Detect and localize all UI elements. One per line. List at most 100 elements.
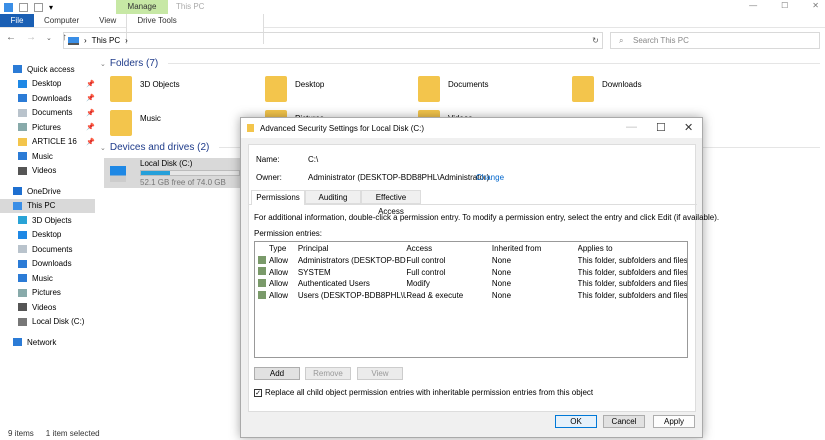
permission-entry-row[interactable]: Allow Authenticated Users Modify None This f… xyxy=(255,278,687,290)
sidebar-item-label: Videos xyxy=(32,302,57,312)
properties-icon[interactable] xyxy=(19,2,28,12)
sidebar-item-network[interactable]: Network xyxy=(0,335,95,350)
replace-child-permissions[interactable]: ✓ Replace all child object permission en… xyxy=(254,388,593,397)
tab-view[interactable]: View xyxy=(89,14,126,27)
permission-entries-list[interactable]: Type Principal Access Inherited from App… xyxy=(254,241,688,358)
pc-icon xyxy=(13,201,22,210)
pc-icon xyxy=(68,36,79,45)
sidebar-item-videos[interactable]: Videos xyxy=(0,300,95,315)
name-value: C:\ xyxy=(308,155,319,164)
downloads-icon xyxy=(18,94,27,103)
videos-icon xyxy=(18,166,27,175)
sidebar-item-videos[interactable]: Videos xyxy=(0,164,95,179)
customize-dropdown-icon[interactable]: ▾ xyxy=(49,3,53,12)
cell: Full control xyxy=(406,256,446,266)
sidebar-item-onedrive[interactable]: OneDrive xyxy=(0,184,95,199)
permission-entry-row[interactable]: Allow Users (DESKTOP-BDB8PHL\Us...Read & … xyxy=(255,290,687,302)
column-type[interactable]: Type xyxy=(269,244,298,253)
new-folder-icon[interactable] xyxy=(34,2,43,12)
cell: Read & execute xyxy=(406,291,464,301)
drive-icon xyxy=(110,166,126,182)
pin-icon: 📌 xyxy=(86,124,95,132)
minimize-button[interactable]: — xyxy=(749,0,757,12)
view-button[interactable]: View xyxy=(357,367,403,380)
folder-label: Desktop xyxy=(295,80,325,89)
sidebar-item-desktop[interactable]: Desktop 📌 xyxy=(0,77,95,92)
back-icon[interactable]: ← xyxy=(6,32,16,43)
tab-file[interactable]: File xyxy=(0,14,34,27)
search-input[interactable]: ⌕ Search This PC xyxy=(610,32,820,49)
cell: Administrators (DESKTOP-BD... xyxy=(297,256,407,266)
tab-permissions[interactable]: Permissions xyxy=(251,190,305,205)
maximize-button[interactable]: ☐ xyxy=(656,121,666,134)
cell: None xyxy=(491,291,512,301)
name-label: Name: xyxy=(256,155,280,164)
replace-checkbox-label: Replace all child object permission entr… xyxy=(265,388,594,397)
recent-dropdown-icon[interactable]: ⌄ xyxy=(46,34,52,42)
drive-usage-bar xyxy=(140,170,240,176)
refresh-button[interactable]: ↻ xyxy=(588,32,603,49)
breadcrumb-this-pc[interactable]: This PC xyxy=(92,36,120,45)
sidebar-item-documents[interactable]: Documents 📌 xyxy=(0,106,95,121)
sidebar-item-this-pc[interactable]: This PC xyxy=(0,198,95,213)
column-access[interactable]: Access xyxy=(406,244,492,253)
column-principal[interactable]: Principal xyxy=(298,244,407,253)
folder-item[interactable]: Desktop xyxy=(265,76,324,102)
sidebar-item-local-disk-c[interactable]: Local Disk (C:) xyxy=(0,315,95,330)
apply-button[interactable]: Apply xyxy=(653,415,695,428)
folders-header-label: Folders (7) xyxy=(109,58,159,69)
music-icon xyxy=(18,274,27,283)
close-button[interactable]: ✕ xyxy=(812,0,819,12)
sidebar-item-downloads[interactable]: Downloads xyxy=(0,257,95,272)
sidebar-item-music[interactable]: Music xyxy=(0,271,95,286)
column-inherited-from[interactable]: Inherited from xyxy=(492,244,578,253)
sidebar-item-article-16[interactable]: ARTICLE 16 📌 xyxy=(0,135,95,150)
sidebar-item-quick-access[interactable]: Quick access xyxy=(0,62,95,77)
cell: This folder, subfolders and files xyxy=(577,256,687,266)
window-title: This PC xyxy=(176,2,205,11)
folder-item[interactable]: Documents xyxy=(418,76,488,102)
folders-header[interactable]: ⌄ Folders (7) xyxy=(100,58,820,69)
forward-icon[interactable]: → xyxy=(26,32,36,43)
sidebar-item-music[interactable]: Music xyxy=(0,149,95,164)
cell: Allow xyxy=(268,267,289,277)
sidebar-item-documents[interactable]: Documents xyxy=(0,242,95,257)
sidebar-item-downloads[interactable]: Downloads 📌 xyxy=(0,91,95,106)
folder-item[interactable]: 3D Objects xyxy=(110,76,180,102)
sidebar-item-label: 3D Objects xyxy=(32,215,72,225)
remove-button[interactable]: Remove xyxy=(305,367,351,380)
chevron-right-icon[interactable]: › xyxy=(125,36,128,45)
sidebar-item-desktop[interactable]: Desktop xyxy=(0,228,95,243)
tab-auditing[interactable]: Auditing xyxy=(305,190,361,204)
cell: Authenticated Users xyxy=(297,279,370,289)
maximize-button[interactable]: ☐ xyxy=(781,0,788,12)
ribbon-tabs: File Computer View Drive Tools xyxy=(0,14,825,44)
minimize-button[interactable]: — xyxy=(626,121,637,133)
cell: Allow xyxy=(268,256,289,266)
folder-item[interactable]: Music xyxy=(110,110,161,136)
sidebar-item-pictures[interactable]: Pictures xyxy=(0,286,95,301)
checkbox-checked-icon[interactable]: ✓ xyxy=(254,388,262,397)
tab-effective-access[interactable]: Effective Access xyxy=(361,190,421,216)
change-owner-link[interactable]: Change xyxy=(476,173,504,182)
column-applies-to[interactable]: Applies to xyxy=(578,244,687,253)
manage-contextual-tab[interactable]: Manage xyxy=(116,0,168,14)
dialog-title-bar: Advanced Security Settings for Local Dis… xyxy=(241,118,702,138)
window-controls: — ☐ ✕ xyxy=(749,0,819,12)
cancel-button[interactable]: Cancel xyxy=(603,415,645,428)
cell: None xyxy=(491,279,512,289)
sidebar-item-label: ARTICLE 16 xyxy=(32,137,77,147)
sidebar-item-3d-objects[interactable]: 3D Objects xyxy=(0,213,95,228)
permission-entry-row[interactable]: Allow SYSTEM Full control None This folder, … xyxy=(255,266,687,278)
add-button[interactable]: Add xyxy=(254,367,300,380)
drive-local-disk-c[interactable]: Local Disk (C:) 52.1 GB free of 74.0 GB xyxy=(104,158,242,188)
folder-item[interactable]: Downloads xyxy=(572,76,642,102)
address-bar[interactable]: › This PC › xyxy=(63,32,603,49)
owner-value: Administrator (DESKTOP-BDB8PHL\Administr… xyxy=(308,173,490,182)
music-icon xyxy=(18,152,27,161)
sidebar-item-pictures[interactable]: Pictures 📌 xyxy=(0,120,95,135)
close-button[interactable]: ✕ xyxy=(684,121,693,134)
tab-computer[interactable]: Computer xyxy=(34,14,89,27)
ok-button[interactable]: OK xyxy=(555,415,597,428)
permission-entry-row[interactable]: Allow Administrators (DESKTOP-BD... Full c… xyxy=(255,255,687,267)
